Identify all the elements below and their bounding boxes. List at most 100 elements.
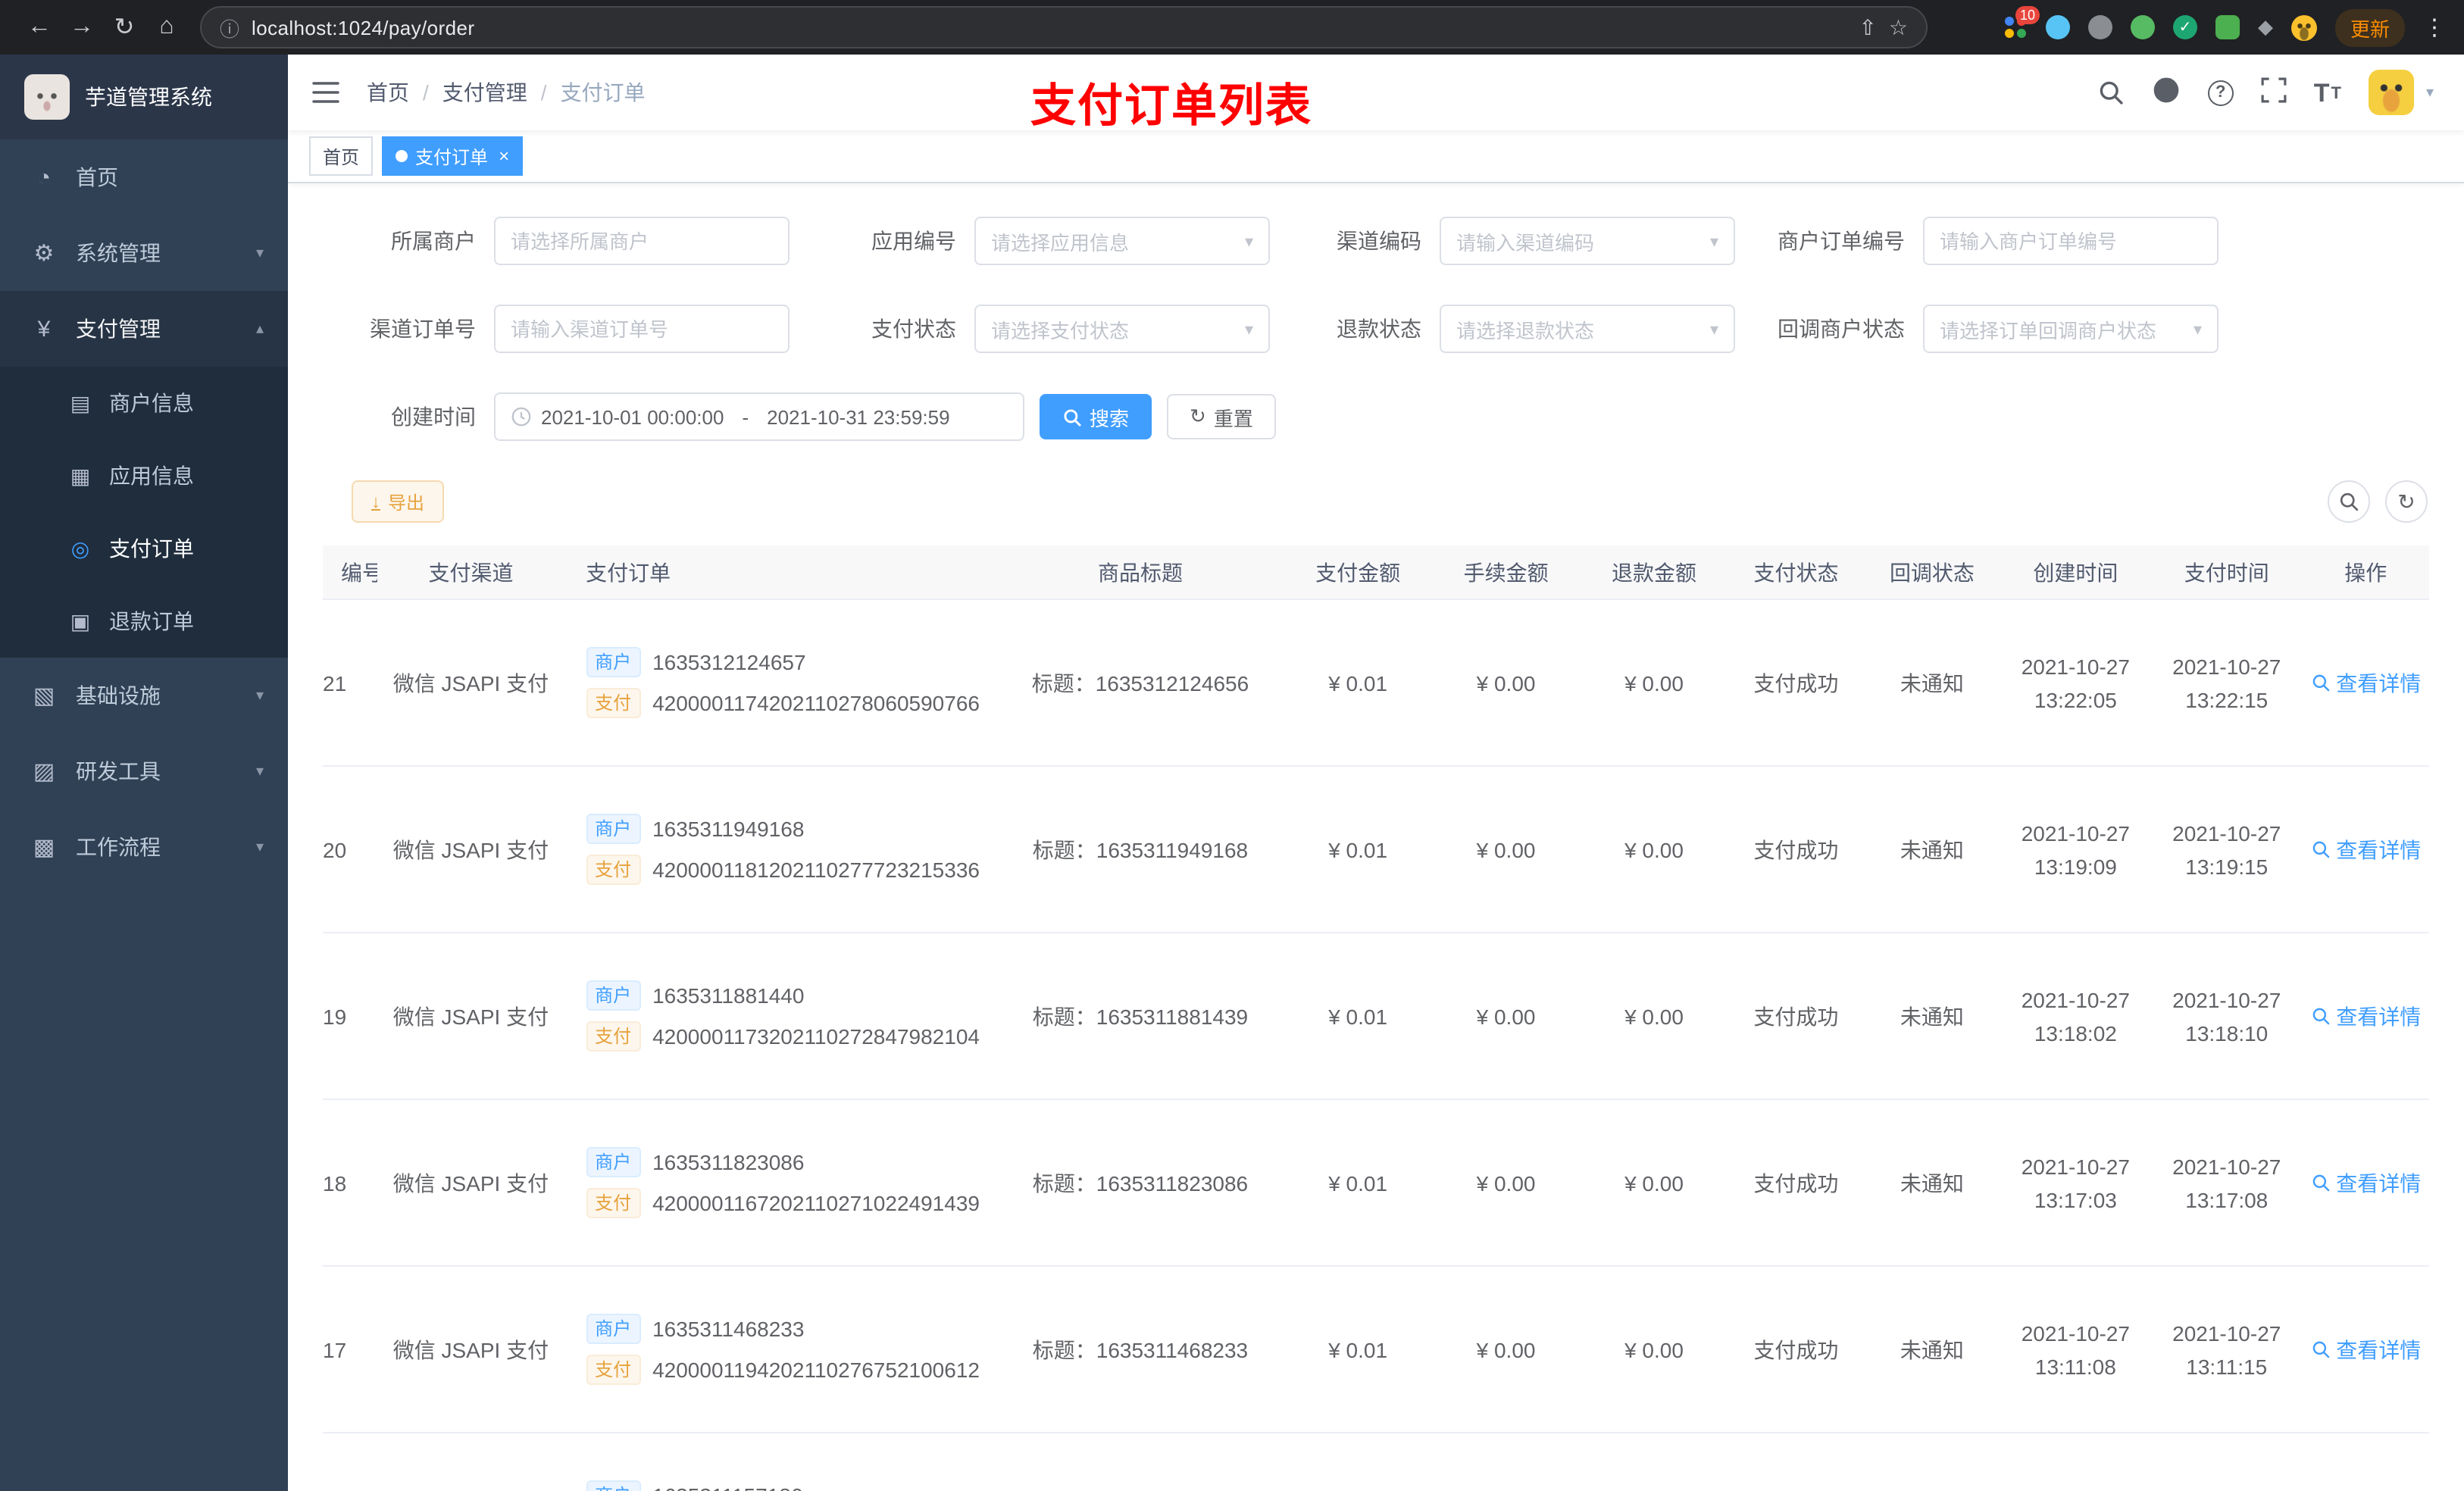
- extension-gray-icon[interactable]: [2087, 15, 2112, 39]
- sidebar-item-pay-order[interactable]: ◎ 支付订单: [0, 512, 288, 585]
- sidebar-item-refund-order[interactable]: ▣ 退款订单: [0, 585, 288, 658]
- pay-time-cell: 2021-10-27 13:18:10: [2172, 987, 2281, 1045]
- view-detail-link[interactable]: 查看详情: [2310, 1167, 2421, 1198]
- merchant-input[interactable]: [494, 217, 790, 265]
- sidebar-item-dev-tools[interactable]: ▨ 研发工具 ▾: [0, 733, 288, 809]
- merchant-tag: 商户: [586, 1147, 641, 1177]
- table-body: 21 微信 JSAPI 支付 商户 1635312124657 支付 42000…: [323, 600, 2429, 1491]
- font-size-icon[interactable]: TT: [2314, 80, 2341, 105]
- sidebar-item-home[interactable]: ◔ 首页: [0, 139, 288, 215]
- app-title: 芋道管理系统: [85, 85, 212, 109]
- sidebar-item-infra[interactable]: ▧ 基础设施 ▾: [0, 658, 288, 733]
- tab-home[interactable]: 首页: [309, 136, 374, 176]
- pay-channel-cell: 微信 JSAPI 支付: [392, 1171, 549, 1195]
- table-row: 20 微信 JSAPI 支付 商户 1635311949168 支付 42000…: [323, 767, 2429, 933]
- order-id-cell: 20: [323, 837, 347, 861]
- toggle-search-button[interactable]: [2328, 480, 2370, 523]
- github-icon[interactable]: [2152, 76, 2181, 109]
- product-title-cell: 标题：1635311823086: [1032, 1171, 1249, 1195]
- sidebar-item-merchant-info[interactable]: ▤ 商户信息: [0, 367, 288, 439]
- table-row: 17 微信 JSAPI 支付 商户 1635311468233 支付 42000…: [323, 1267, 2429, 1433]
- search-button[interactable]: 搜索: [1040, 394, 1152, 439]
- view-detail-link[interactable]: 查看详情: [2310, 1001, 2421, 1031]
- extension-badge: 10: [2015, 6, 2040, 24]
- chevron-up-icon: ▴: [255, 320, 264, 337]
- table-row: 商户 1635311157186 支付 查看详情: [323, 1433, 2429, 1491]
- view-detail-link[interactable]: 查看详情: [2310, 1334, 2421, 1364]
- back-button[interactable]: ←: [18, 6, 61, 48]
- fullscreen-icon[interactable]: [2261, 77, 2287, 108]
- export-button[interactable]: ↓ 导出: [352, 480, 445, 523]
- merchant-order-no: 1635311823086: [652, 1150, 805, 1174]
- pay-tag: 支付: [586, 688, 641, 718]
- create-time-range-picker[interactable]: 2021-10-01 00:00:00 - 2021-10-31 23:59:5…: [494, 392, 1024, 441]
- order-id-cell: 17: [323, 1337, 347, 1361]
- help-icon[interactable]: ?: [2207, 80, 2234, 105]
- user-avatar[interactable]: [2368, 70, 2414, 115]
- home-button[interactable]: ⌂: [145, 6, 188, 48]
- profile-avatar-icon[interactable]: [2290, 14, 2317, 40]
- site-info-icon[interactable]: ⓘ: [220, 13, 239, 42]
- app-filter-label: 应用编号: [871, 229, 956, 253]
- channel-code-select[interactable]: 请输入渠道编码 ▾: [1440, 217, 1735, 265]
- extension-grid-icon[interactable]: 10: [2003, 6, 2040, 39]
- app-logo[interactable]: 芋道管理系统: [0, 55, 288, 139]
- extension-chat-icon[interactable]: [2215, 15, 2240, 39]
- pay-status-select[interactable]: 请选择支付状态 ▾: [974, 305, 1270, 353]
- briefcase-icon: ▩: [33, 835, 55, 861]
- extension-check-icon[interactable]: ✓: [2172, 15, 2197, 39]
- avatar-dropdown-caret-icon[interactable]: ▾: [2426, 84, 2434, 101]
- refresh-table-button[interactable]: ↻: [2385, 480, 2428, 523]
- extensions-pin-icon[interactable]: ◆: [2258, 15, 2273, 39]
- view-detail-link[interactable]: 查看详情: [2310, 834, 2421, 864]
- table-row: 18 微信 JSAPI 支付 商户 1635311823086 支付 42000…: [323, 1100, 2429, 1267]
- channel-order-no-input[interactable]: [494, 305, 790, 353]
- forward-button[interactable]: →: [61, 6, 103, 48]
- merchant-order-no: 1635311157186: [652, 1483, 802, 1491]
- pay-tag: 支付: [586, 1021, 641, 1052]
- notify-status-select[interactable]: 请选择订单回调商户状态 ▾: [1923, 305, 2219, 353]
- app-select[interactable]: 请选择应用信息 ▾: [974, 217, 1270, 265]
- merchant-order-no-input[interactable]: [1923, 217, 2219, 265]
- breadcrumb-home[interactable]: 首页: [367, 77, 409, 108]
- extension-drop-icon[interactable]: [2045, 15, 2070, 39]
- sidebar-item-system[interactable]: ⚙ 系统管理 ▾: [0, 215, 288, 291]
- refund-status-select[interactable]: 请选择退款状态 ▾: [1440, 305, 1735, 353]
- browser-update-button[interactable]: 更新: [2334, 8, 2405, 46]
- reload-button[interactable]: ↻: [103, 6, 145, 48]
- merchant-tag: 商户: [586, 1314, 641, 1344]
- chevron-down-icon: ▾: [255, 687, 264, 704]
- active-tab-dot-icon: [396, 150, 408, 162]
- address-bar[interactable]: ⓘ localhost:1024/pay/order ⇧ ☆: [200, 6, 1928, 48]
- refund-amount-cell: ¥ 0.00: [1624, 837, 1684, 861]
- col-header-channel: 支付渠道: [428, 560, 514, 584]
- sidebar-item-workflow[interactable]: ▩ 工作流程 ▾: [0, 809, 288, 885]
- channel-pay-no: 4200001194202110276752100612: [652, 1358, 980, 1382]
- breadcrumb-section[interactable]: 支付管理: [442, 77, 527, 108]
- sidebar-collapse-icon[interactable]: [312, 80, 339, 105]
- browser-menu-icon[interactable]: ⋮: [2423, 14, 2446, 41]
- tags-view-bar: 首页 支付订单 ×: [288, 130, 2464, 183]
- download-icon: ↓: [371, 491, 380, 512]
- sidebar-item-app-info[interactable]: ▦ 应用信息: [0, 439, 288, 512]
- close-tab-icon[interactable]: ×: [499, 145, 509, 167]
- sidebar-menu: ◔ 首页 ⚙ 系统管理 ▾ ¥ 支付管理 ▴ ▤ 商户信息 ▦ 应用信息 ◎ 支…: [0, 139, 288, 885]
- channel-pay-no: 4200001173202110272847982104: [652, 1024, 980, 1049]
- tab-pay-order[interactable]: 支付订单 ×: [382, 136, 524, 176]
- range-separator: -: [742, 405, 749, 428]
- chevron-down-icon: ▾: [255, 763, 264, 780]
- create-time-cell: 2021-10-27 13:19:09: [2021, 821, 2130, 878]
- pay-time-cell: 2021-10-27 13:19:15: [2172, 821, 2281, 878]
- fee-amount-cell: ¥ 0.00: [1476, 1004, 1536, 1028]
- share-icon[interactable]: ⇧: [1859, 14, 1876, 40]
- reset-button[interactable]: ↻ 重置: [1167, 394, 1276, 439]
- order-id-cell: 21: [323, 670, 347, 695]
- col-header-amount: 支付金额: [1315, 560, 1401, 584]
- bookmark-star-icon[interactable]: ☆: [1889, 14, 1908, 40]
- view-detail-link[interactable]: 查看详情: [2310, 667, 2421, 698]
- col-header-id: 编号: [341, 560, 377, 584]
- sidebar-item-payment[interactable]: ¥ 支付管理 ▴: [0, 291, 288, 367]
- search-icon[interactable]: [2097, 79, 2125, 106]
- refund-amount-cell: ¥ 0.00: [1624, 1337, 1684, 1361]
- extension-green-icon[interactable]: [2130, 15, 2155, 39]
